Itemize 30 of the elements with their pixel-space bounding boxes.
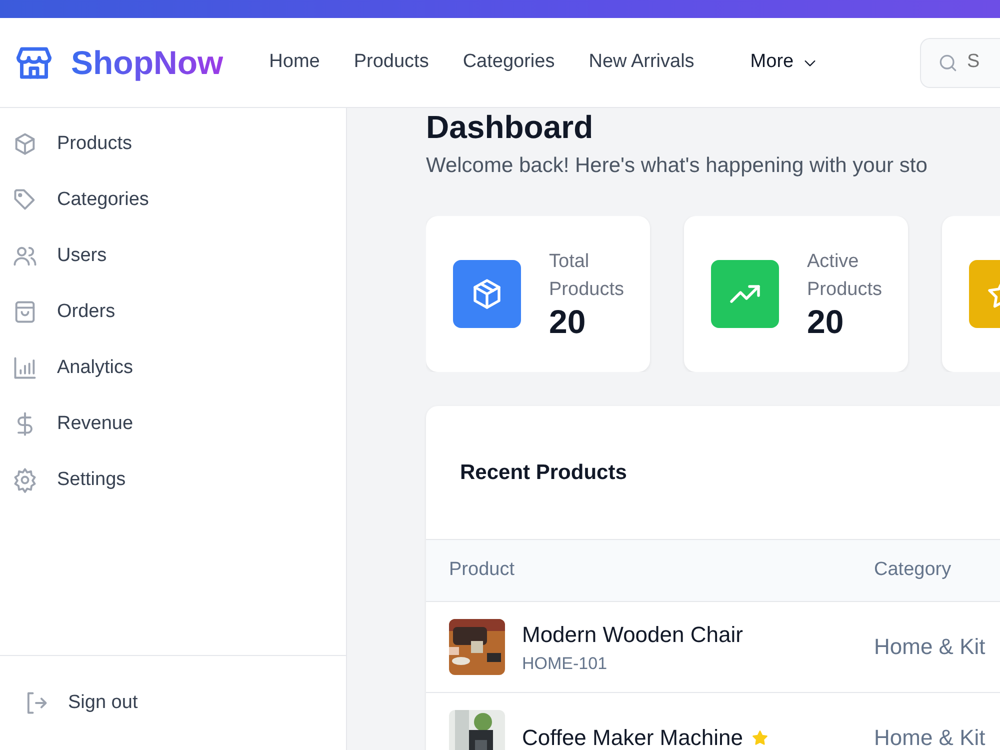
product-name: Modern Wooden Chair xyxy=(522,620,743,649)
sidebar-item[interactable]: Analytics xyxy=(0,340,346,396)
table-title: Recent Products xyxy=(459,460,628,486)
sidebar-item[interactable]: Products xyxy=(0,116,346,172)
sidebar-item[interactable]: Settings xyxy=(0,452,346,508)
column-header: Product xyxy=(448,558,516,582)
page-subtitle: Welcome back! Here's what's happening with your sto xyxy=(426,153,928,180)
product-name: Coffee Maker Machine xyxy=(522,724,743,750)
page-title: Dashboard xyxy=(426,108,594,146)
sidebar-item[interactable]: Orders xyxy=(0,284,346,340)
column-header: Category xyxy=(874,558,952,582)
nav-link[interactable]: Categories xyxy=(462,48,555,77)
stat-value: 20 xyxy=(549,304,587,340)
product-sku: HOME-101 xyxy=(522,652,608,675)
nav-link[interactable]: New Arrivals xyxy=(588,48,694,77)
category-cell-text: Home & Kit xyxy=(874,633,986,662)
sidebar-item[interactable]: Categories xyxy=(0,172,346,228)
category-cell-text: Home & Kit xyxy=(874,724,986,750)
settings-icon xyxy=(12,467,38,493)
stat-label: Active Products xyxy=(807,250,883,302)
sidebar-item[interactable]: Revenue xyxy=(0,396,346,452)
sign-out-link[interactable]: Sign out xyxy=(0,655,346,750)
more-menu-button[interactable]: More xyxy=(750,48,818,77)
stat-value: 20 xyxy=(807,304,845,340)
nav-link[interactable]: Home xyxy=(269,48,320,77)
bar-chart-icon xyxy=(12,355,38,381)
stat-label: Total Products xyxy=(549,250,625,302)
sidebar-item[interactable]: Users xyxy=(0,228,346,284)
search-field[interactable]: S xyxy=(967,48,997,77)
nav-link[interactable]: Products xyxy=(354,48,429,77)
